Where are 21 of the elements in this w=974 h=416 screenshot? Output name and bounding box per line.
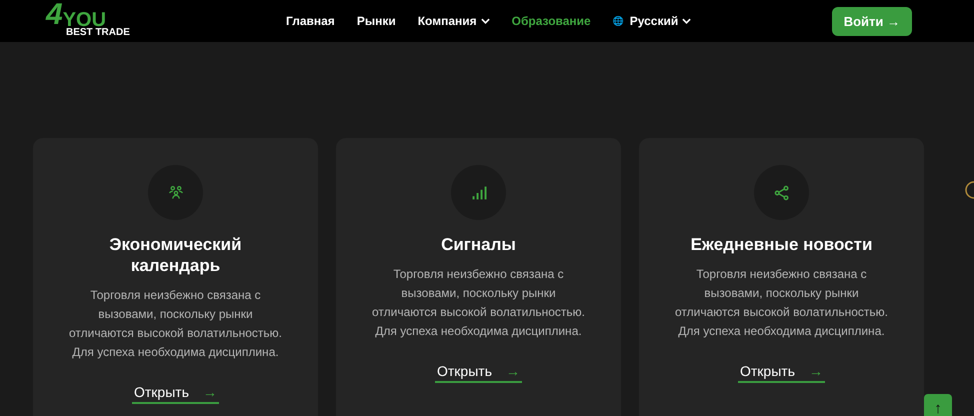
- caret-icon: [682, 18, 692, 24]
- scroll-top-button[interactable]: ↑: [924, 394, 952, 416]
- signal-bars-icon: [470, 184, 486, 200]
- card-title: Экономический календарь: [108, 234, 243, 276]
- card-title: Сигналы: [441, 234, 516, 255]
- nav-link[interactable]: Главная: [286, 14, 335, 28]
- logo[interactable]: 4YOU BEST TRADE: [46, 4, 286, 38]
- people-icon: [168, 184, 184, 200]
- card-title: Ежедневные новости: [690, 234, 872, 255]
- open-link[interactable]: Открыть →: [435, 363, 522, 383]
- card-description: Торговля неизбежно связана с вызовами, поскольку рынки отличаются высокой волатильностью. Для успеха необходима дисциплина.: [68, 287, 282, 361]
- login-button[interactable]: Войти →: [832, 6, 912, 36]
- share-icon: [774, 184, 790, 200]
- card-description: Торговля неизбежно связана с вызовами, поскольку рынки отличаются высокой волатильностью. Для успеха необходима дисциплина.: [674, 266, 888, 340]
- open-link[interactable]: Открыть →: [738, 363, 825, 383]
- open-link[interactable]: Открыть →: [132, 384, 219, 404]
- card-description: Торговля неизбежно связана с вызовами, поскольку рынки отличаются высокой волатильностью. Для успеха необходима дисциплина.: [372, 266, 586, 340]
- nav-link[interactable]: Компания: [418, 14, 490, 28]
- nav-link[interactable]: Образование: [512, 14, 591, 28]
- nav-link[interactable]: Рынки: [356, 14, 396, 28]
- language-selector[interactable]: 🌐 Русский: [612, 14, 692, 28]
